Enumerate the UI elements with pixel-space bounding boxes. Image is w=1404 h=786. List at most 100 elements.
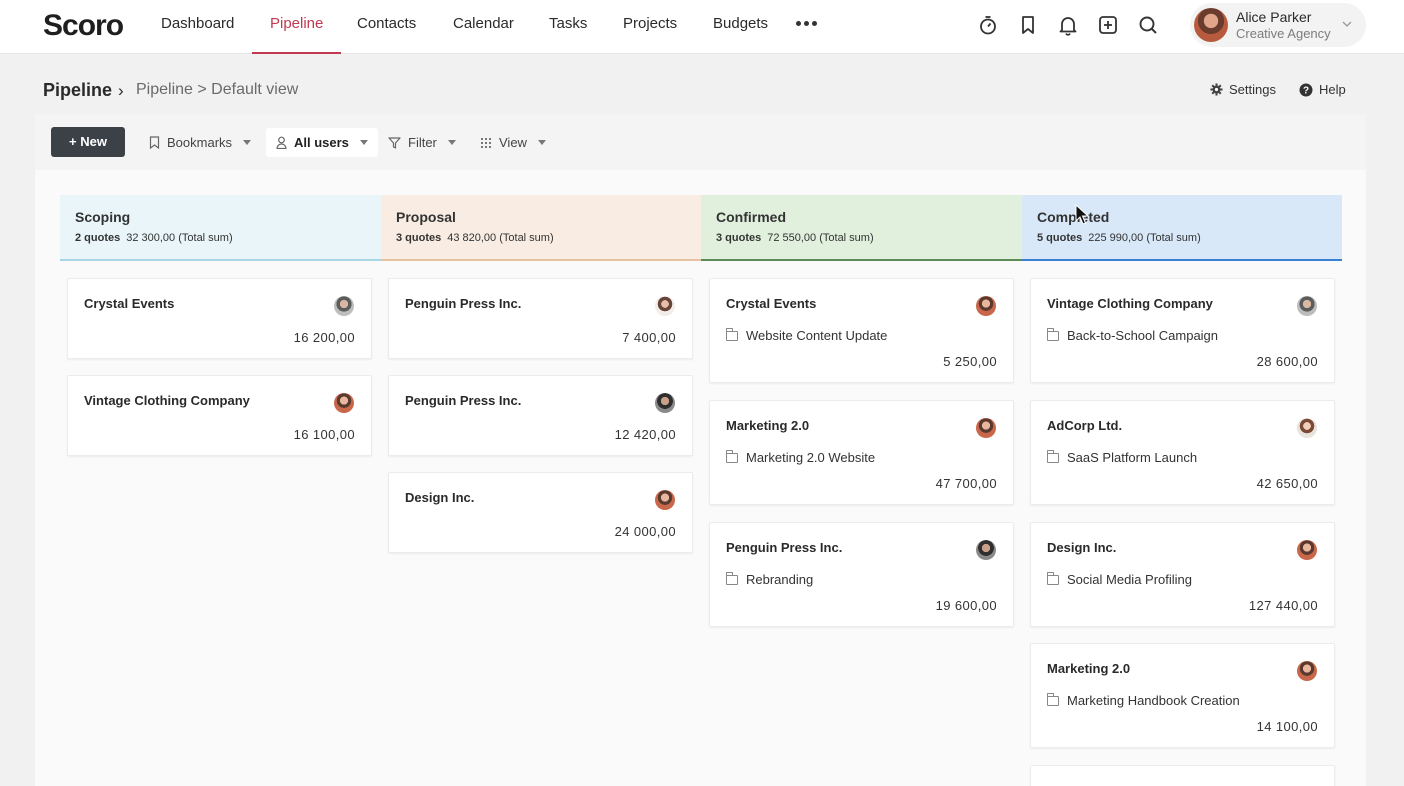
add-square-icon[interactable]	[1097, 14, 1119, 36]
quote-amount: 16 100,00	[293, 427, 355, 442]
total-sum: 43 820,00 (Total sum)	[447, 232, 554, 244]
nav-contacts[interactable]: Contacts	[357, 0, 416, 54]
project-link[interactable]: Marketing Handbook Creation	[1047, 692, 1240, 708]
quote-card[interactable]: Crystal Events 16 200,00	[67, 278, 372, 359]
quote-amount: 5 250,00	[943, 354, 997, 369]
nav-calendar[interactable]: Calendar	[453, 0, 514, 54]
quote-card[interactable]: Crystal Events Website Content Update 5 …	[709, 278, 1014, 383]
caret-down-icon	[447, 140, 456, 145]
caret-down-icon	[359, 140, 368, 145]
quote-amount: 24 000,00	[614, 524, 676, 539]
nav-pipeline[interactable]: Pipeline	[251, 0, 342, 54]
avatar	[976, 296, 996, 316]
client-name: AdCorp Ltd.	[1047, 418, 1123, 433]
quote-card[interactable]: Vintage Clothing Company 16 100,00	[67, 375, 372, 456]
client-name: Marketing 2.0	[1047, 661, 1131, 676]
client-name: Penguin Press Inc.	[726, 540, 843, 555]
quote-card[interactable]	[1030, 765, 1335, 786]
avatar	[1297, 418, 1317, 438]
quote-card[interactable]: Design Inc. Social Media Profiling 127 4…	[1030, 522, 1335, 627]
svg-text:?: ?	[1303, 85, 1309, 96]
folder-icon	[1047, 692, 1059, 706]
help-link[interactable]: ? Help	[1299, 82, 1346, 97]
new-button[interactable]: + New	[51, 127, 125, 157]
client-name: Crystal Events	[726, 296, 817, 311]
quote-card[interactable]: Penguin Press Inc. 12 420,00	[388, 375, 693, 456]
users-dropdown[interactable]: All users	[266, 128, 378, 157]
columns-icon	[481, 137, 491, 148]
quote-card[interactable]: Penguin Press Inc. Rebranding 19 600,00	[709, 522, 1014, 627]
quote-card[interactable]: Vintage Clothing Company Back-to-School …	[1030, 278, 1335, 383]
client-name: Vintage Clothing Company	[1047, 296, 1213, 311]
column-title: Confirmed	[716, 209, 786, 225]
project-link[interactable]: Marketing 2.0 Website	[726, 449, 876, 465]
folder-icon	[1047, 449, 1059, 463]
column-header-scoping[interactable]: Scoping 2 quotes 32 300,00 (Total sum)	[60, 195, 381, 261]
quote-amount: 42 650,00	[1256, 476, 1318, 491]
project-name: Social Media Profiling	[1067, 572, 1193, 587]
avatar	[334, 296, 354, 316]
gear-icon	[1210, 83, 1223, 96]
view-dropdown[interactable]: View	[470, 128, 556, 157]
avatar	[1297, 296, 1317, 316]
bookmarks-dropdown[interactable]: Bookmarks	[139, 128, 261, 157]
quote-card[interactable]: AdCorp Ltd. SaaS Platform Launch 42 650,…	[1030, 400, 1335, 505]
users-label: All users	[294, 135, 349, 150]
quote-count: 5 quotes	[1037, 232, 1083, 244]
column-header-completed[interactable]: Completed 5 quotes 225 990,00 (Total sum)	[1022, 195, 1342, 261]
user-menu[interactable]: Alice Parker Creative Agency	[1190, 3, 1366, 47]
project-name: Website Content Update	[746, 328, 888, 343]
project-link[interactable]: Website Content Update	[726, 327, 888, 343]
breadcrumb-path[interactable]: Pipeline > Default view	[136, 81, 298, 99]
caret-down-icon	[243, 140, 252, 145]
project-name: Marketing Handbook Creation	[1067, 693, 1240, 708]
column-title: Proposal	[396, 209, 456, 225]
quote-card[interactable]: Marketing 2.0 Marketing 2.0 Website 47 7…	[709, 400, 1014, 505]
quote-amount: 47 700,00	[935, 476, 997, 491]
quote-card[interactable]: Design Inc. 24 000,00	[388, 472, 693, 553]
quote-card[interactable]: Marketing 2.0 Marketing Handbook Creatio…	[1030, 643, 1335, 748]
column-header-confirmed[interactable]: Confirmed 3 quotes 72 550,00 (Total sum)	[701, 195, 1022, 261]
quote-count: 3 quotes	[716, 232, 762, 244]
avatar	[1297, 661, 1317, 681]
client-name: Penguin Press Inc.	[405, 393, 522, 408]
project-name: Marketing 2.0 Website	[746, 450, 876, 465]
folder-icon	[1047, 571, 1059, 585]
avatar	[976, 418, 996, 438]
filter-dropdown[interactable]: Filter	[378, 128, 466, 157]
user-avatar	[1194, 8, 1228, 42]
help-icon: ?	[1299, 83, 1313, 96]
folder-icon	[726, 449, 738, 463]
breadcrumb-separator: ›	[118, 81, 124, 100]
nav-dashboard[interactable]: Dashboard	[161, 0, 234, 54]
project-link[interactable]: Social Media Profiling	[1047, 571, 1193, 587]
help-label: Help	[1319, 82, 1346, 97]
avatar	[1297, 540, 1317, 560]
bell-icon[interactable]	[1057, 14, 1079, 36]
search-icon[interactable]	[1137, 14, 1159, 36]
bookmark-icon	[149, 136, 160, 149]
more-dots-icon[interactable]	[796, 21, 818, 27]
quote-card[interactable]: Penguin Press Inc. 7 400,00	[388, 278, 693, 359]
project-link[interactable]: SaaS Platform Launch	[1047, 449, 1197, 465]
column-header-proposal[interactable]: Proposal 3 quotes 43 820,00 (Total sum)	[381, 195, 701, 261]
avatar	[976, 540, 996, 560]
scoro-logo[interactable]: Scoro	[43, 9, 124, 43]
settings-link[interactable]: Settings	[1210, 82, 1276, 97]
project-name: Back-to-School Campaign	[1067, 328, 1219, 343]
avatar	[655, 490, 675, 510]
nav-budgets[interactable]: Budgets	[713, 0, 768, 54]
quote-amount: 19 600,00	[935, 598, 997, 613]
nav-projects[interactable]: Projects	[623, 0, 677, 54]
client-name: Marketing 2.0	[726, 418, 810, 433]
bookmark-icon[interactable]	[1017, 14, 1039, 36]
project-link[interactable]: Back-to-School Campaign	[1047, 327, 1219, 343]
nav-tasks[interactable]: Tasks	[549, 0, 587, 54]
avatar	[655, 296, 675, 316]
client-name: Design Inc.	[1047, 540, 1117, 555]
quote-amount: 16 200,00	[293, 330, 355, 345]
project-name: Rebranding	[746, 572, 814, 587]
user-icon	[276, 136, 287, 149]
timer-icon[interactable]	[977, 14, 999, 36]
project-link[interactable]: Rebranding	[726, 571, 814, 587]
